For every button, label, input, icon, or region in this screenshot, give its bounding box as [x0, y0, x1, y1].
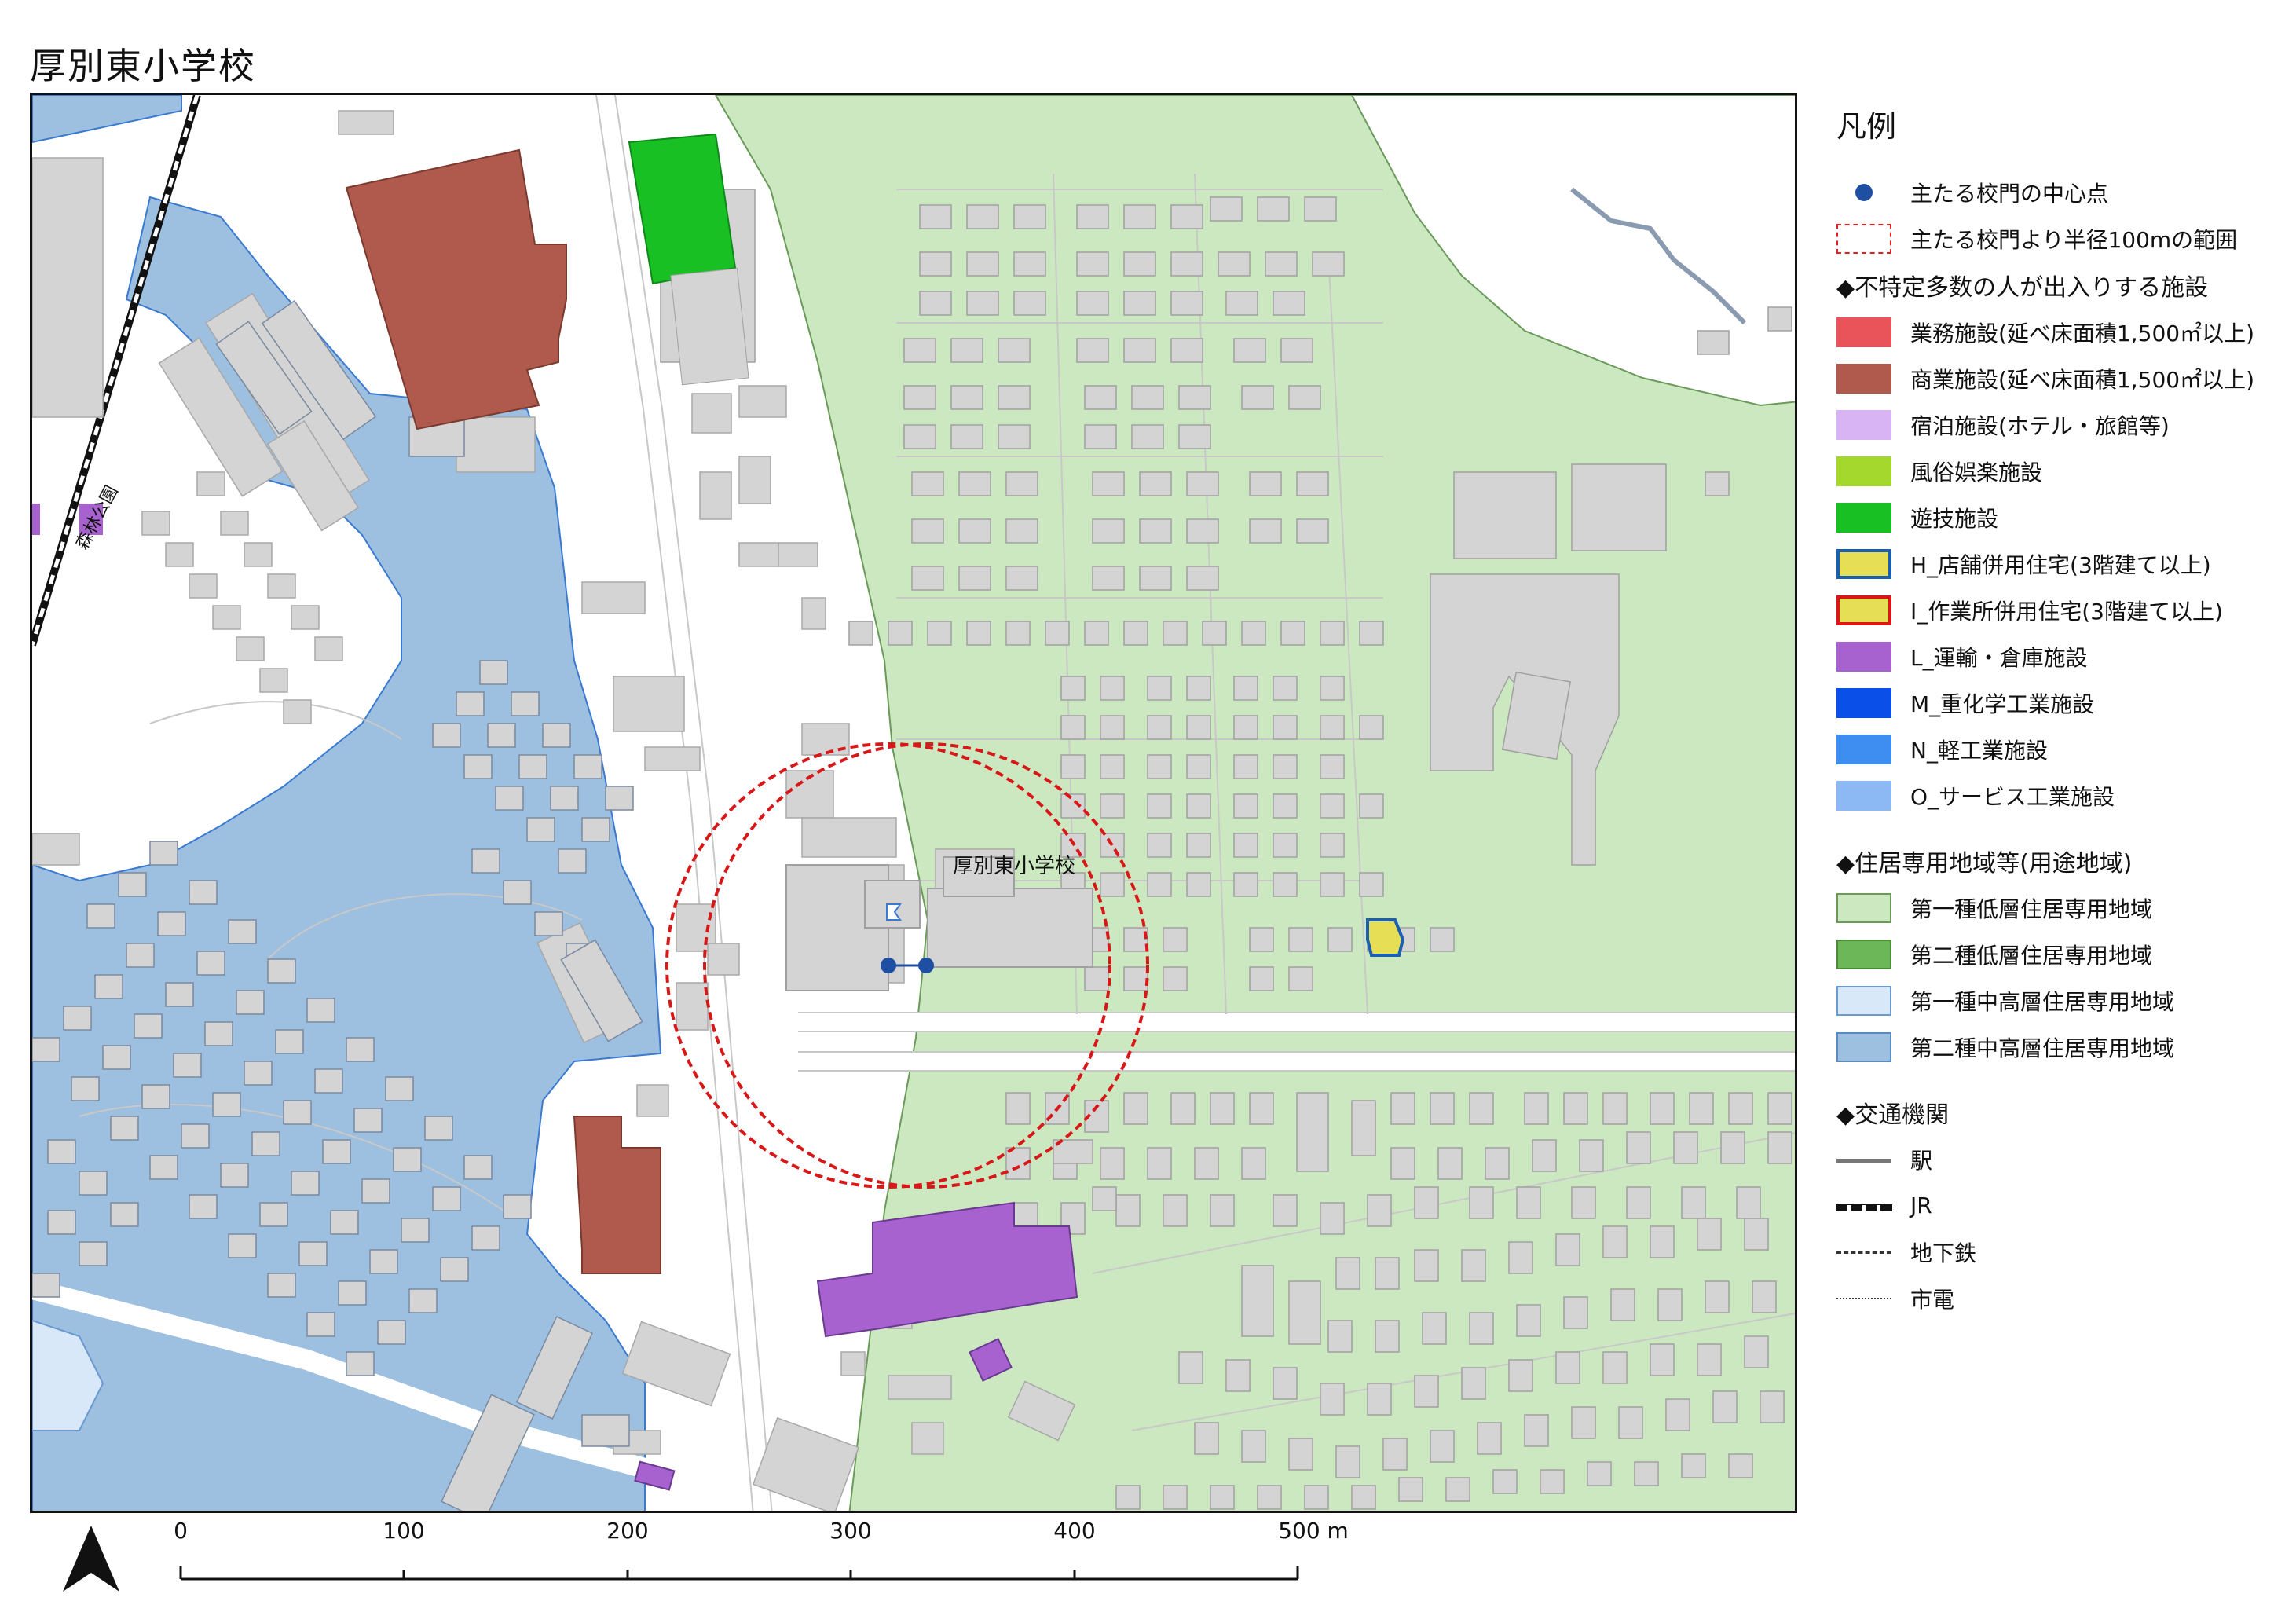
legend-label: M_重化学工業施設 [1910, 691, 2095, 717]
residential-swatch [1836, 939, 1891, 969]
legend-item-residential-1: 第二種低層住居専用地域 [1836, 931, 2276, 977]
residential-list: 第一種低層住居専用地域 第二種低層住居専用地域 第一種中高層住居専用地域 第二種中高層… [1836, 885, 2276, 1070]
legend-item-transport-3: 市電 [1836, 1275, 2276, 1321]
north-arrow-icon [63, 1526, 119, 1592]
transport-swatch [1836, 1237, 1891, 1267]
map-title: 厚別東小学校 [30, 45, 256, 87]
facility-swatch [1836, 687, 1891, 718]
facility-swatch [1836, 641, 1891, 672]
legend-title: 凡例 [1836, 109, 1897, 144]
legend-section-residential: ◆住居専用地域等(用途地域) [1836, 850, 2133, 877]
school-label: 厚別東小学校 [953, 854, 1075, 877]
residential-swatch [1836, 892, 1891, 923]
legend-item-facility-1: 商業施設(延べ床面積1,500㎡以上) [1836, 355, 2276, 401]
legend-item-facility-3: 風俗娯楽施設 [1836, 448, 2276, 494]
legend-label: 遊技施設 [1910, 505, 1999, 532]
map-canvas[interactable]: 厚別東小学校 森林公園 [30, 93, 1797, 1513]
legend-label: 主たる校門の中心点 [1910, 180, 2109, 207]
school-gate-point-2 [918, 958, 934, 973]
legend-label: 第二種低層住居専用地域 [1910, 942, 2153, 969]
legend-item-residential-3: 第二種中高層住居専用地域 [1836, 1024, 2276, 1070]
legend-section-transport: ◆交通機関 [1836, 1101, 1950, 1129]
school-gate-point-1 [881, 958, 896, 973]
range-symbol [1836, 223, 1891, 254]
legend-label: L_運輸・倉庫施設 [1910, 644, 2088, 671]
legend-item-facility-6: I_作業所併用住宅(3階建て以上) [1836, 587, 2276, 633]
legend-label: 地下鉄 [1910, 1240, 1977, 1266]
legend-label: 風俗娯楽施設 [1910, 459, 2043, 485]
transport-swatch [1836, 1284, 1891, 1313]
transport-list: 駅 JR 地下鉄市電 [1836, 1136, 2276, 1321]
residential-swatch [1836, 1031, 1891, 1062]
facility-swatch [1836, 409, 1891, 440]
legend-label: 市電 [1910, 1286, 1955, 1313]
legend-item-facility-0: 業務施設(延べ床面積1,500㎡以上) [1836, 309, 2276, 355]
facilities-list: 業務施設(延べ床面積1,500㎡以上) 商業施設(延べ床面積1,500㎡以上) 宿泊… [1836, 309, 2276, 819]
legend-label: 商業施設(延べ床面積1,500㎡以上) [1910, 366, 2255, 393]
map-legend: 凡例 主たる校門の中心点 主たる校門より半径100mの範囲 ◆不特定多数の人が出… [1836, 102, 2276, 1321]
legend-label: H_店舗併用住宅(3階建て以上) [1910, 551, 2211, 578]
residential-swatch [1836, 985, 1891, 1016]
facility-swatch [1836, 780, 1891, 811]
legend-item-facility-4: 遊技施設 [1836, 494, 2276, 540]
legend-item-transport-1: JR [1836, 1182, 2276, 1229]
legend-section-facilities: ◆不特定多数の人が出入りする施設 [1836, 274, 2209, 302]
transport-swatch [1836, 1191, 1892, 1221]
scale-tick-label: 300 [829, 1518, 872, 1544]
legend-item-residential-0: 第一種低層住居専用地域 [1836, 885, 2276, 931]
scale-tick-label: 100 [383, 1518, 425, 1544]
facility-swatch [1836, 317, 1891, 347]
legend-item-facility-8: M_重化学工業施設 [1836, 680, 2276, 726]
facility-swatch [1836, 595, 1891, 625]
legend-item-facility-7: L_運輸・倉庫施設 [1836, 633, 2276, 680]
legend-label: O_サービス工業施設 [1910, 783, 2115, 810]
legend-item-residential-2: 第一種中高層住居専用地域 [1836, 977, 2276, 1024]
legend-label: 主たる校門より半径100mの範囲 [1910, 226, 2238, 253]
facility-swatch [1836, 734, 1891, 764]
legend-item-facility-5: H_店舗併用住宅(3階建て以上) [1836, 540, 2276, 587]
scale-tick-label: 200 [606, 1518, 649, 1544]
legend-label: I_作業所併用住宅(3階建て以上) [1910, 598, 2223, 625]
legend-label: N_軽工業施設 [1910, 737, 2048, 764]
facility-swatch [1836, 502, 1891, 533]
legend-label: 業務施設(延べ床面積1,500㎡以上) [1910, 320, 2255, 346]
legend-label: 第一種中高層住居専用地域 [1910, 988, 2175, 1015]
gate-point-symbol [1836, 178, 1891, 207]
legend-item-facility-9: N_軽工業施設 [1836, 726, 2276, 772]
transport-swatch [1836, 1145, 1891, 1174]
scale-tick-label: 0 [174, 1518, 188, 1544]
facility-swatch [1836, 363, 1891, 394]
scale-tick-label: 500 m [1278, 1518, 1349, 1544]
shop-residence-building [1366, 918, 1405, 957]
map-svg: 厚別東小学校 森林公園 [32, 95, 1795, 1511]
scale-tick-label: 400 [1053, 1518, 1096, 1544]
legend-label: 第二種中高層住居専用地域 [1910, 1035, 2175, 1061]
legend-label: 駅 [1910, 1147, 1933, 1174]
legend-label: 宿泊施設(ホテル・旅館等) [1910, 412, 2170, 439]
legend-item-range: 主たる校門より半径100mの範囲 [1836, 215, 2276, 262]
legend-item-gate-point: 主たる校門の中心点 [1836, 169, 2276, 215]
facility-swatch [1836, 548, 1891, 579]
legend-item-facility-10: O_サービス工業施設 [1836, 772, 2276, 819]
legend-item-transport-2: 地下鉄 [1836, 1229, 2276, 1275]
legend-item-facility-2: 宿泊施設(ホテル・旅館等) [1836, 401, 2276, 448]
facility-swatch [1836, 456, 1891, 486]
legend-item-transport-0: 駅 [1836, 1136, 2276, 1182]
legend-label: 第一種低層住居専用地域 [1910, 896, 2153, 922]
legend-label: JR [1910, 1193, 1932, 1218]
